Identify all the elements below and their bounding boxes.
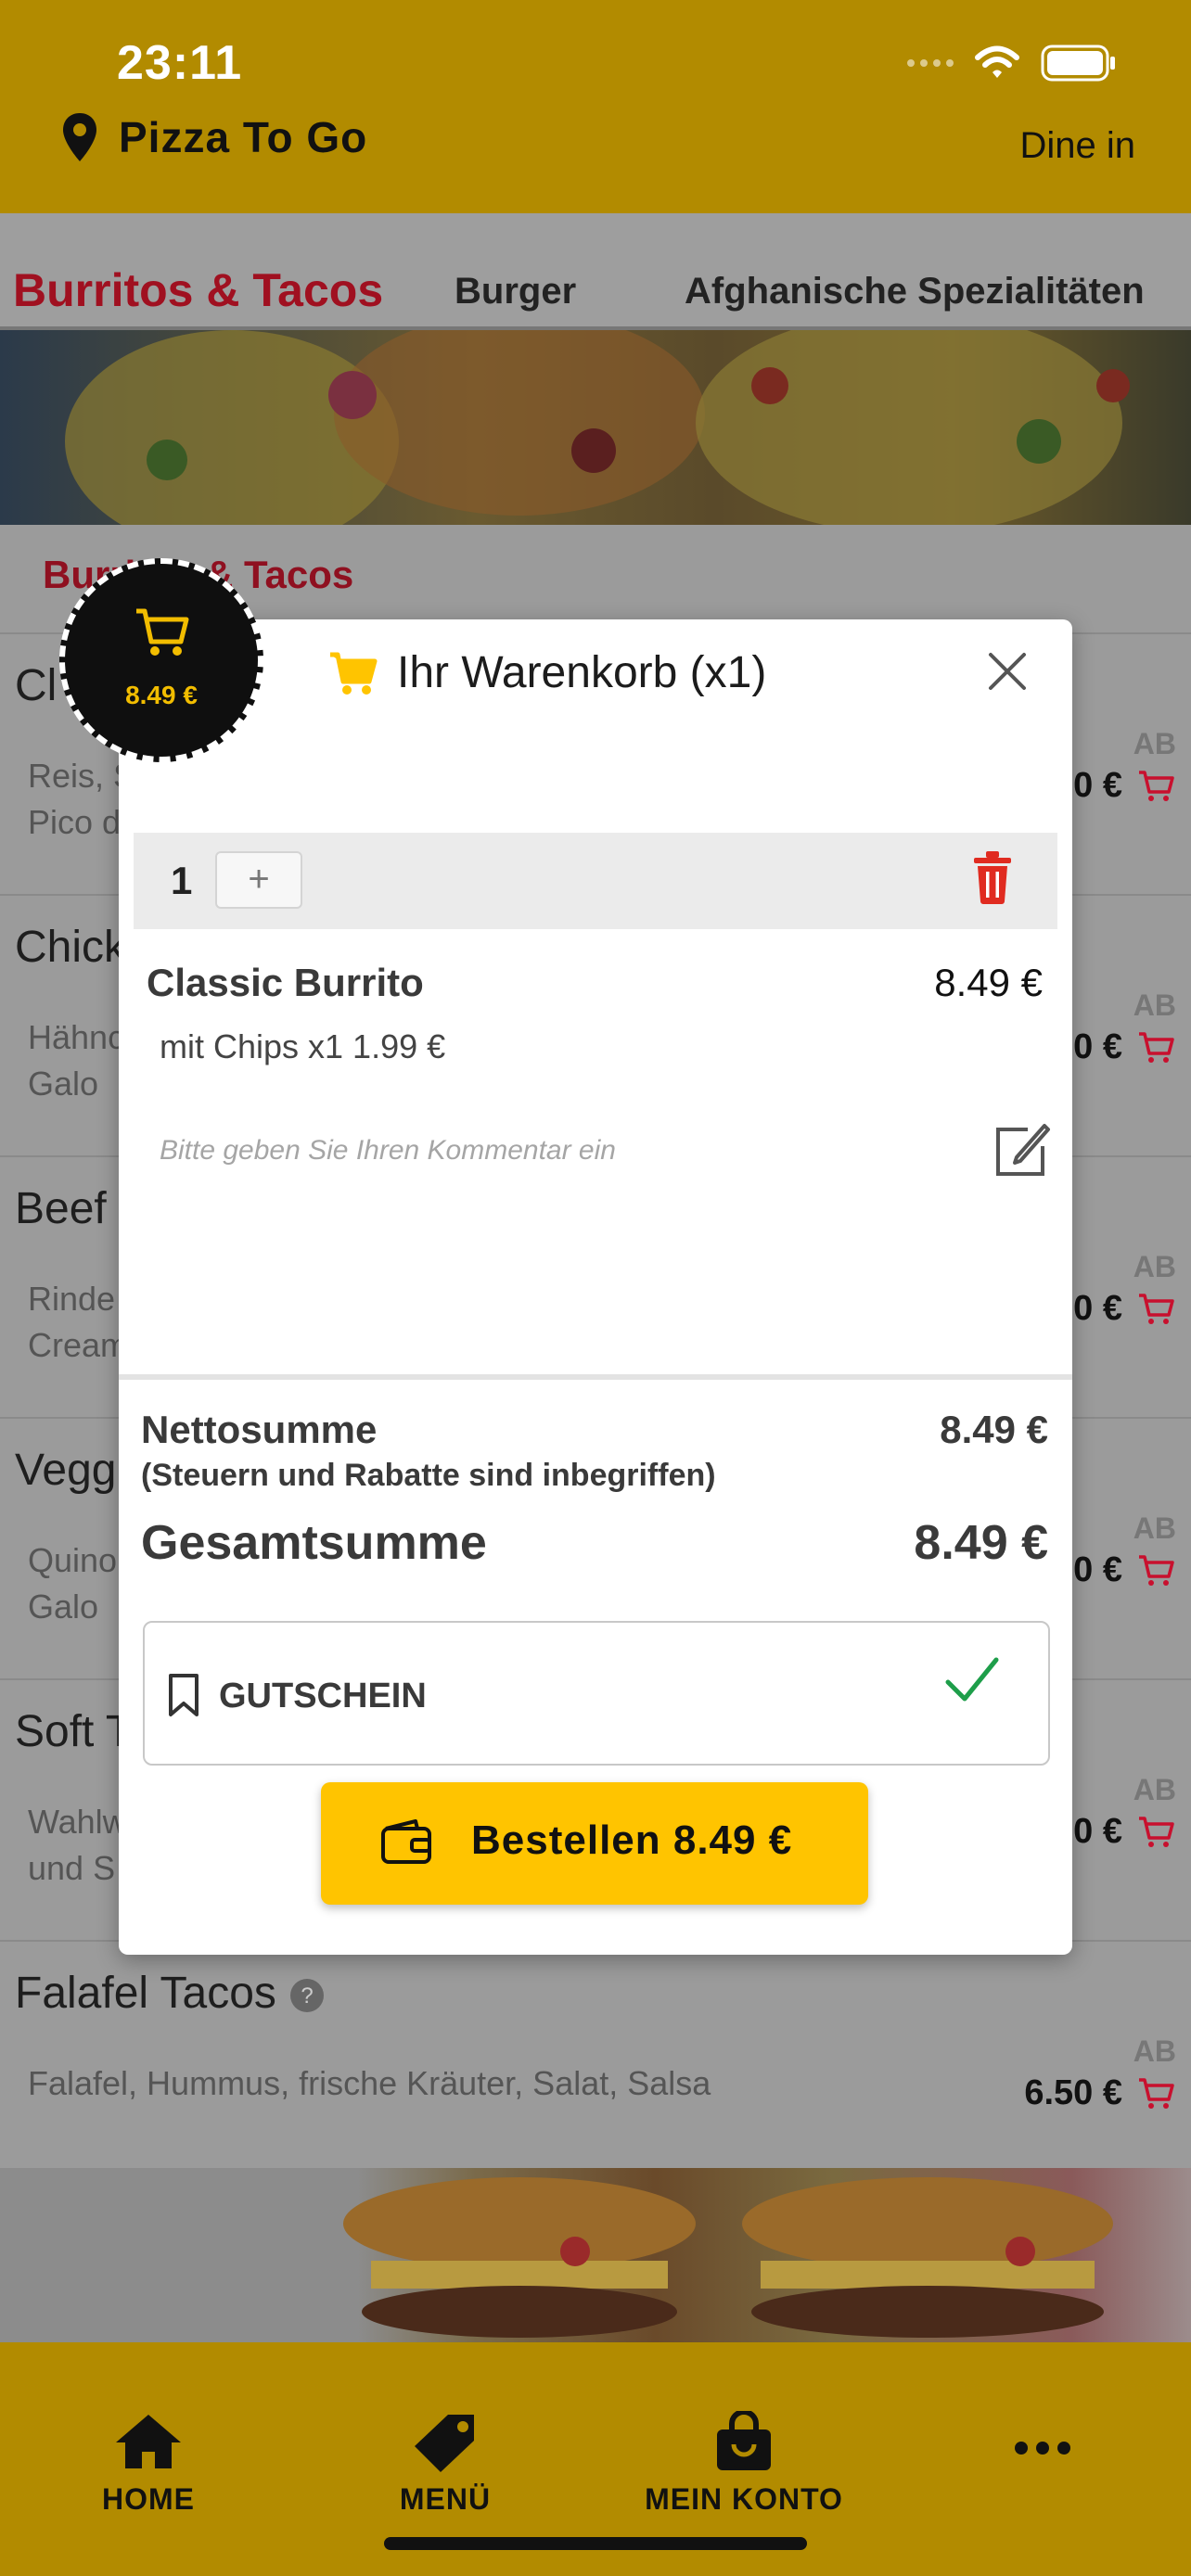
cart-item-name: Classic Burrito	[147, 961, 424, 1004]
voucher-label: GUTSCHEIN	[219, 1677, 427, 1715]
cart-item-extra: mit Chips x1 1.99 €	[160, 1027, 446, 1065]
add-to-cart-icon[interactable]	[1137, 1554, 1174, 1588]
item-description: Falafel, Hummus, frische Kräuter, Salat,…	[28, 2064, 711, 2102]
tab-burger[interactable]: Burger	[455, 271, 576, 312]
home-indicator[interactable]	[384, 2537, 807, 2550]
floating-cart-badge[interactable]: 8.49 €	[59, 558, 263, 762]
quantity-bar: 1 +	[134, 833, 1057, 929]
price-from-label: AB	[1133, 1511, 1176, 1545]
bookmark-icon	[169, 1674, 198, 1716]
store-selector[interactable]: Pizza To Go	[61, 111, 367, 163]
modal-title: Ihr Warenkorb (x1)	[328, 647, 766, 698]
price-from-label: AB	[1133, 988, 1176, 1022]
item-price: 0 €	[1073, 766, 1122, 805]
info-icon[interactable]: ?	[288, 1977, 326, 2014]
order-button[interactable]: Bestellen 8.49 €	[321, 1782, 868, 1905]
add-to-cart-icon[interactable]	[1137, 1293, 1174, 1326]
item-name: Beef	[15, 1184, 107, 1233]
item-price: 6.50 €	[1024, 2073, 1122, 2112]
tacos-banner-image	[0, 330, 1191, 525]
tab-afghan-specialties[interactable]: Afghanische Spezialitäten	[685, 271, 1145, 312]
tab-burritos-tacos[interactable]: Burritos & Tacos	[13, 263, 383, 317]
add-to-cart-icon[interactable]	[1137, 2077, 1174, 2111]
close-icon[interactable]	[980, 644, 1035, 699]
cart-modal: Ihr Warenkorb (x1) 1 + Classic Burrito 8…	[119, 619, 1072, 1955]
tab-label: MENÜ	[399, 2482, 492, 2516]
item-description: Quino Galo	[28, 1541, 118, 1626]
modal-divider	[119, 1374, 1072, 1380]
cart-icon	[136, 608, 189, 656]
price-from-label: AB	[1133, 1250, 1176, 1283]
tab-menu[interactable]: MENÜ	[334, 2411, 557, 2517]
home-icon	[116, 2415, 181, 2468]
location-pin-icon	[63, 113, 96, 161]
wifi-icon	[975, 45, 1019, 78]
edit-icon[interactable]	[991, 1120, 1052, 1180]
item-description: Rinde Cream	[28, 1280, 129, 1364]
more-icon	[1015, 2442, 1070, 2455]
status-time: 23:11	[117, 36, 243, 90]
price-from-label: AB	[1133, 2034, 1176, 2068]
net-total-value: 8.49 €	[940, 1408, 1048, 1451]
store-name: Pizza To Go	[119, 113, 368, 161]
item-name: Cl	[15, 661, 58, 710]
cart-title: Ihr Warenkorb (x1)	[397, 648, 767, 697]
item-description: Wahlw und S	[28, 1803, 127, 1887]
tag-icon	[415, 2415, 474, 2472]
item-name: Chick	[15, 923, 127, 972]
quantity-value: 1	[171, 859, 193, 902]
item-name: Falafel Tacos ?	[15, 1968, 326, 2019]
price-from-label: AB	[1133, 727, 1176, 760]
item-price: 0 €	[1073, 1027, 1122, 1066]
net-total-label: Nettosumme	[141, 1408, 378, 1451]
dine-in-toggle[interactable]: Dine in	[1019, 125, 1135, 167]
add-to-cart-icon[interactable]	[1137, 770, 1174, 803]
category-tabs: Burritos & Tacos Burger Afghanische Spez…	[0, 213, 1191, 330]
add-to-cart-icon[interactable]	[1137, 1816, 1174, 1849]
burger-banner-image	[0, 2168, 1191, 2344]
tab-label: HOME	[102, 2482, 195, 2516]
item-name: Vegg	[15, 1446, 117, 1495]
add-to-cart-icon[interactable]	[1137, 1031, 1174, 1065]
cellular-signal-icon	[907, 59, 954, 67]
grand-total-label: Gesamtsumme	[141, 1516, 487, 1570]
tab-my-account[interactable]: MEIN KONTO	[633, 2409, 855, 2517]
voucher-field[interactable]: GUTSCHEIN	[143, 1621, 1050, 1766]
price-from-label: AB	[1133, 1773, 1176, 1806]
tab-home[interactable]: HOME	[37, 2411, 260, 2517]
tab-label: MEIN KONTO	[645, 2482, 843, 2516]
cart-badge-total: 8.49 €	[125, 681, 198, 709]
tab-more[interactable]	[931, 2411, 1154, 2482]
app-header: 23:11 Pizza To Go Dine in	[0, 0, 1191, 213]
battery-icon	[1041, 45, 1115, 82]
status-icons	[907, 45, 1117, 82]
item-description: Hähnc Galo	[28, 1018, 125, 1103]
list-item[interactable]: Falafel Tacos ? Falafel, Hummus, frische…	[0, 1940, 1191, 2168]
order-button-label: Bestellen 8.49 €	[471, 1817, 793, 1863]
quantity-increase-button[interactable]: +	[215, 851, 302, 909]
check-icon[interactable]	[944, 1654, 1000, 1706]
cart-item-price: 8.49 €	[934, 961, 1043, 1004]
grand-total-value: 8.49 €	[914, 1516, 1048, 1570]
tax-note: (Steuern und Rabatte sind inbegriffen)	[141, 1458, 716, 1493]
cart-icon	[330, 652, 378, 695]
item-name: Soft T	[15, 1707, 134, 1756]
item-price: 0 €	[1073, 1550, 1122, 1589]
bag-icon	[717, 2409, 771, 2470]
item-price: 0 €	[1073, 1812, 1122, 1851]
trash-icon[interactable]	[970, 849, 1015, 905]
item-price: 0 €	[1073, 1289, 1122, 1328]
svg-text:?: ?	[301, 1983, 314, 2009]
comment-input[interactable]: Bitte geben Sie Ihren Kommentar ein	[160, 1135, 616, 1167]
wallet-icon	[381, 1819, 431, 1864]
